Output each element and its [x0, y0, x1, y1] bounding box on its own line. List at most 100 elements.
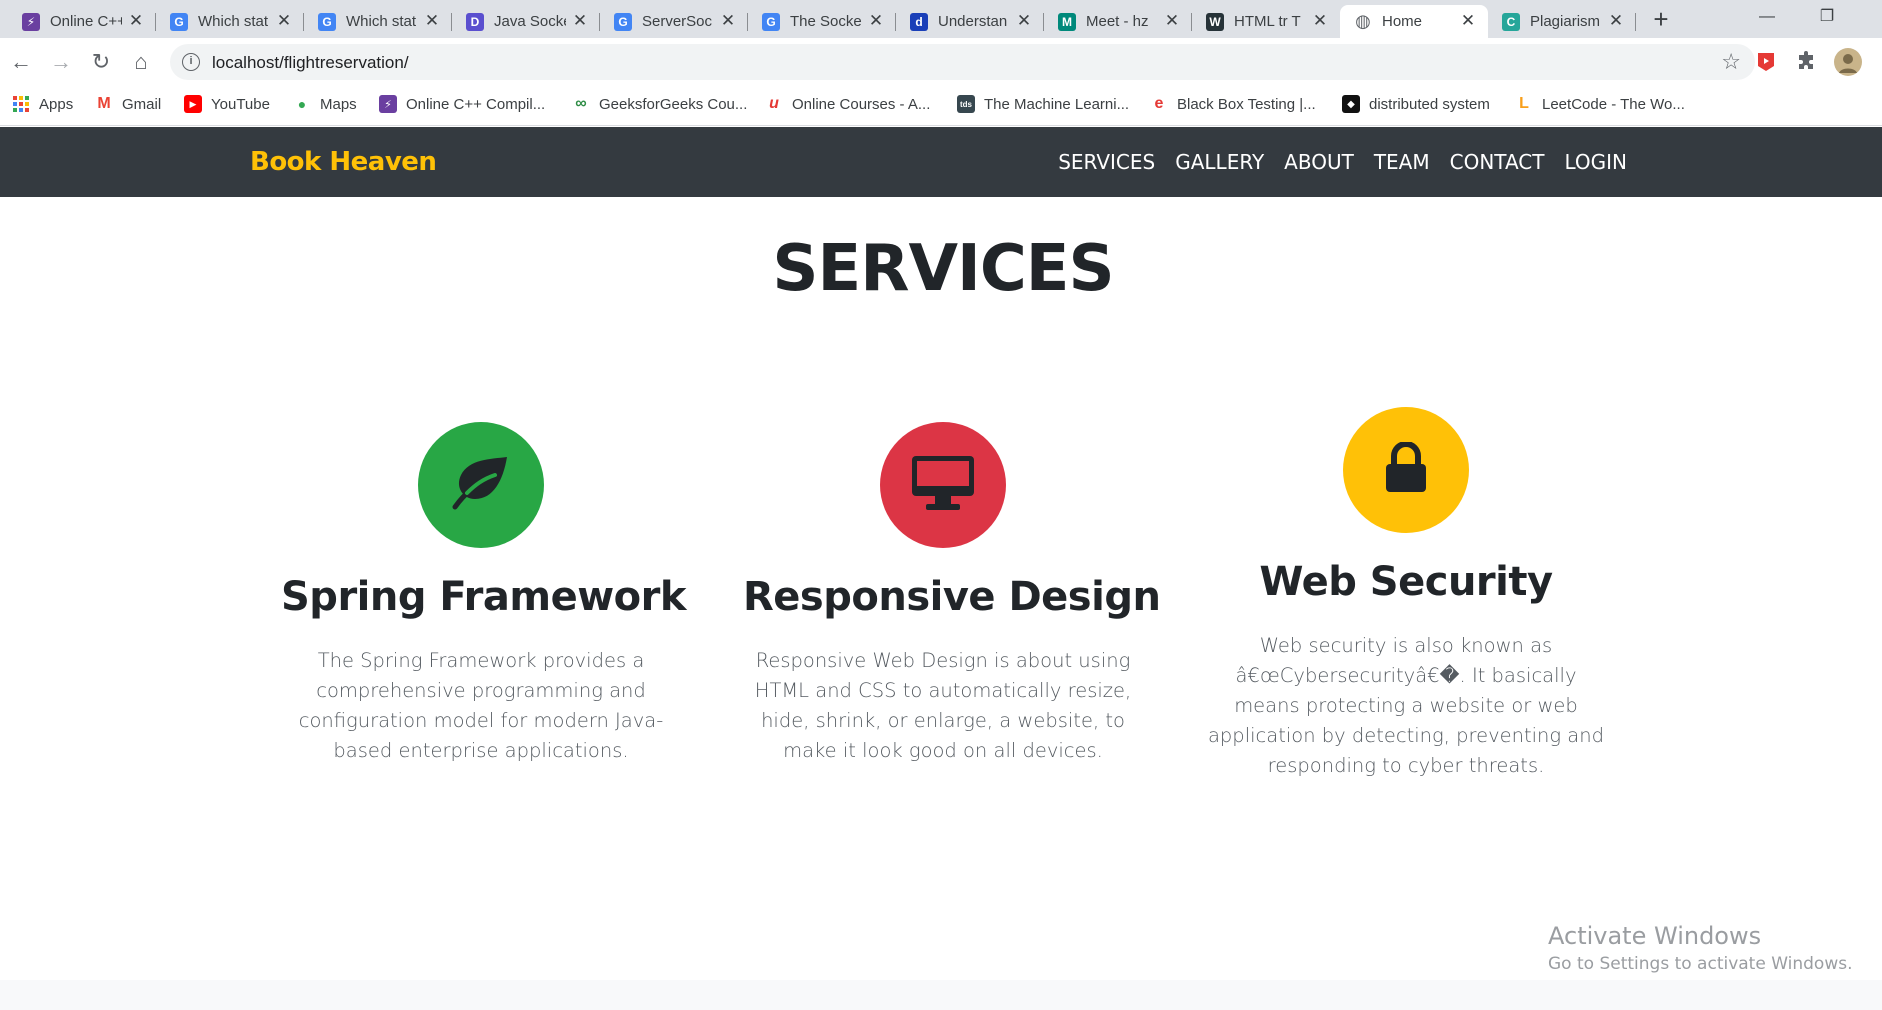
bookmark-label: Gmail	[122, 95, 162, 113]
browser-tab[interactable]: G Which stat ✕	[304, 5, 452, 38]
desktop-icon	[910, 454, 976, 517]
service-description: Web security is also known as â€œCyberse…	[1207, 634, 1604, 777]
close-tab-icon[interactable]: ✕	[1458, 11, 1478, 31]
browser-tab[interactable]: d Understan ✕	[896, 5, 1044, 38]
bookmark-label: The Machine Learni...	[984, 95, 1130, 113]
close-tab-icon[interactable]: ✕	[866, 11, 886, 31]
bookmark-label: Black Box Testing |...	[1177, 95, 1316, 113]
service-title: Responsive Design	[743, 574, 1161, 620]
nav-links: SERVICES GALLERY ABOUT TEAM CONTACT LOGI…	[1058, 150, 1627, 174]
bookmark-machine-learning[interactable]: tds The Machine Learni...	[957, 95, 1129, 113]
service-title: Spring Framework	[281, 574, 686, 620]
service-icon-circle	[880, 422, 1006, 548]
back-icon[interactable]: ←	[5, 46, 37, 78]
close-tab-icon[interactable]: ✕	[570, 11, 590, 31]
nav-login[interactable]: LOGIN	[1564, 150, 1627, 174]
browser-toolbar: ← → ↻ ⌂ i localhost/flightreservation/ ☆	[0, 38, 1882, 86]
close-tab-icon[interactable]: ✕	[274, 11, 294, 31]
close-tab-icon[interactable]: ✕	[422, 11, 442, 31]
bookmark-star-icon[interactable]: ☆	[1721, 49, 1741, 75]
bookmark-geeksforgeeks[interactable]: ∞ GeeksforGeeks Cou...	[572, 95, 747, 113]
geeksforgeeks-icon: ∞	[572, 95, 590, 113]
tab-favicon-icon: D	[466, 12, 484, 31]
service-card-responsive: Responsive Design Responsive Web Design …	[743, 422, 1161, 766]
browser-tab[interactable]: W HTML tr T ✕	[1192, 5, 1340, 38]
tab-title: Plagiarism	[1530, 13, 1601, 30]
nav-about[interactable]: ABOUT	[1284, 150, 1354, 174]
bookmark-label: distributed system	[1369, 95, 1490, 113]
close-tab-icon[interactable]: ✕	[1014, 11, 1034, 31]
tab-title: Java Socke	[494, 13, 566, 30]
udemy-icon: u	[765, 95, 783, 113]
tab-title: Home	[1382, 13, 1423, 30]
youtube-icon: ▶	[184, 95, 202, 113]
tab-favicon-icon: M	[1058, 12, 1076, 31]
bookmark-apps[interactable]: Apps	[12, 95, 73, 113]
extension-icon[interactable]	[1754, 50, 1778, 74]
nav-services[interactable]: SERVICES	[1058, 150, 1155, 174]
nav-team[interactable]: TEAM	[1374, 150, 1430, 174]
home-icon[interactable]: ⌂	[125, 46, 157, 78]
address-url[interactable]: localhost/flightreservation/	[212, 53, 409, 73]
bolt-icon: ⚡	[379, 95, 397, 113]
distributed-system-icon: ◆	[1342, 95, 1360, 113]
site-navbar: Book Heaven SERVICES GALLERY ABOUT TEAM …	[0, 127, 1882, 197]
service-description: Responsive Web Design is about using HTM…	[754, 649, 1132, 762]
bookmark-leetcode[interactable]: L LeetCode - The Wo...	[1515, 95, 1685, 113]
browser-tab-strip: ⚡ Online C++ ✕ G Which stat ✕ G Which st…	[0, 0, 1882, 38]
tab-favicon-icon: d	[910, 12, 928, 31]
browser-tab[interactable]: G ServerSoc ✕	[600, 5, 748, 38]
address-bar[interactable]: i localhost/flightreservation/ ☆	[170, 44, 1755, 80]
tab-title: Which stat	[198, 13, 269, 30]
tab-favicon-icon: G	[170, 12, 188, 31]
bookmark-online-cpp[interactable]: ⚡ Online C++ Compil...	[379, 95, 545, 113]
restore-icon[interactable]: ❐	[1804, 2, 1850, 32]
bookmarks-bar: Apps M Gmail ▶ YouTube ● Maps ⚡ Online C…	[0, 86, 1882, 126]
service-card-security: Web Security Web security is also known …	[1206, 407, 1606, 781]
apps-grid-icon	[12, 95, 30, 113]
reload-icon[interactable]: ↻	[85, 46, 117, 78]
close-tab-icon[interactable]: ✕	[1310, 11, 1330, 31]
bookmark-label: Online C++ Compil...	[406, 95, 546, 113]
close-tab-icon[interactable]: ✕	[1606, 11, 1626, 31]
site-info-icon[interactable]: i	[182, 53, 200, 71]
browser-tab[interactable]: D Java Socke ✕	[452, 5, 600, 38]
bookmark-label: Maps	[320, 95, 357, 113]
page-footer-strip	[0, 980, 1882, 1010]
browser-tab[interactable]: C Plagiarism ✕	[1488, 5, 1636, 38]
bookmark-youtube[interactable]: ▶ YouTube	[184, 95, 270, 113]
watermark-subtitle: Go to Settings to activate Windows.	[1548, 954, 1853, 974]
minimize-icon[interactable]: —	[1744, 2, 1790, 32]
extensions-puzzle-icon[interactable]	[1794, 50, 1818, 74]
close-tab-icon[interactable]: ✕	[126, 11, 146, 31]
bookmark-distributed-system[interactable]: ◆ distributed system	[1342, 95, 1490, 113]
tab-favicon-icon: G	[318, 12, 336, 31]
forward-icon[interactable]: →	[45, 46, 77, 78]
tab-title: Understan	[938, 13, 1008, 30]
tds-icon: tds	[957, 95, 975, 113]
bookmark-black-box-testing[interactable]: e Black Box Testing |...	[1150, 95, 1316, 113]
browser-tab[interactable]: ⚡ Online C++ ✕	[8, 5, 156, 38]
browser-tab[interactable]: G Which stat ✕	[156, 5, 304, 38]
tab-favicon-icon: G	[762, 12, 780, 31]
service-icon-circle	[1343, 407, 1469, 533]
tab-title: Meet - hz	[1086, 13, 1149, 30]
nav-gallery[interactable]: GALLERY	[1175, 150, 1264, 174]
browser-tab-active[interactable]: ◍ Home ✕	[1340, 5, 1488, 38]
bookmark-online-courses[interactable]: u Online Courses - A...	[765, 95, 930, 113]
bookmark-gmail[interactable]: M Gmail	[95, 95, 161, 113]
nav-contact[interactable]: CONTACT	[1450, 150, 1545, 174]
service-icon-circle	[418, 422, 544, 548]
bookmark-maps[interactable]: ● Maps	[293, 95, 357, 113]
browser-tab[interactable]: M Meet - hz ✕	[1044, 5, 1192, 38]
page-title: SERVICES	[772, 232, 1114, 306]
bookmark-label: YouTube	[211, 95, 270, 113]
brand-logo[interactable]: Book Heaven	[250, 147, 437, 177]
close-tab-icon[interactable]: ✕	[1162, 11, 1182, 31]
tab-title: The Socke	[790, 13, 862, 30]
close-tab-icon[interactable]: ✕	[718, 11, 738, 31]
browser-tab[interactable]: G The Socke ✕	[748, 5, 896, 38]
bookmark-label: Apps	[39, 95, 74, 113]
avatar[interactable]	[1834, 48, 1862, 76]
new-tab-button[interactable]: +	[1647, 5, 1675, 33]
